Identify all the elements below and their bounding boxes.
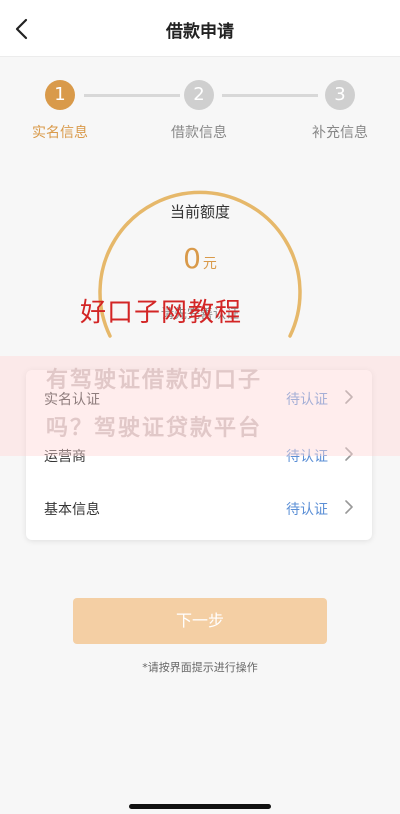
verification-row-basic-info[interactable]: 基本信息 待认证 [26, 480, 372, 536]
step-3-circle: 3 [325, 80, 355, 110]
step-3-label: 补充信息 [312, 125, 368, 141]
footer-hint: *请按界面提示进行操作 [142, 661, 258, 674]
next-step-button[interactable]: 下一步 [73, 598, 327, 644]
watermark-top-text: 好口子网教程 [80, 298, 243, 328]
page-title: 借款申请 [166, 22, 234, 42]
nav-bar: 借款申请 [0, 0, 400, 57]
step-indicator: 1 2 3 实名信息 借款信息 补充信息 [0, 76, 400, 146]
row-label: 运营商 [44, 449, 86, 465]
step-connector [222, 94, 318, 97]
watermark-line-1: 有驾驶证借款的口子 [46, 368, 263, 393]
quota-amount-value: 0 [183, 242, 201, 275]
quota-label: 当前额度 [169, 203, 230, 221]
chevron-right-icon [345, 447, 353, 461]
step-1-circle: 1 [45, 80, 75, 110]
step-connector [84, 94, 180, 97]
chevron-right-icon [345, 390, 353, 404]
verification-card: 实名认证 待认证 运营商 待认证 基本信息 待认证 [26, 370, 372, 540]
quota-amount-unit: 元 [202, 256, 217, 272]
step-2-label: 借款信息 [171, 125, 227, 141]
step-2-circle: 2 [184, 80, 214, 110]
row-label: 基本信息 [44, 502, 100, 518]
row-status: 待认证 [286, 392, 328, 408]
step-1-label: 实名信息 [32, 125, 88, 141]
chevron-right-icon [345, 500, 353, 514]
quota-amount: 0元 [0, 242, 400, 275]
row-status: 待认证 [286, 449, 328, 465]
home-indicator [129, 804, 271, 809]
row-status: 待认证 [286, 502, 328, 518]
watermark-line-2: 吗？驾驶证贷款平台 [46, 416, 263, 441]
